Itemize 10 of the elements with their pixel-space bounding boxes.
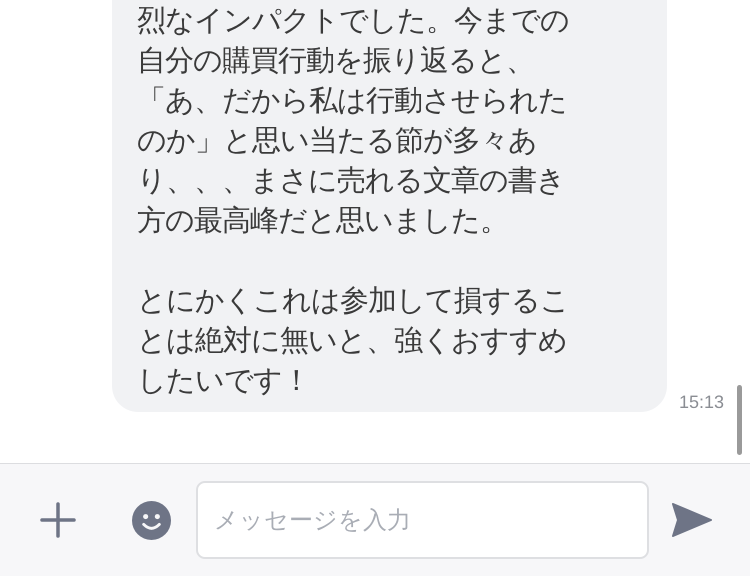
emoji-button[interactable] [131, 500, 171, 540]
scrollbar-thumb[interactable] [737, 385, 742, 455]
smiley-icon [132, 500, 170, 540]
timestamp: 15:13 [679, 391, 724, 414]
plus-icon [40, 502, 76, 538]
send-icon [672, 503, 712, 537]
message-text: 烈なインパクトでした。今までの自分の購買行動を振り返ると、「あ、だから私は行動させられたのか」と思い当たる節が多々あり、、、まさに売れる文章の書き方の最高峰だと思いました。 [137, 2, 570, 239]
message-input-field[interactable]: メッセージを入力 [196, 481, 649, 559]
add-button[interactable] [38, 500, 78, 540]
message-text: とにかくこれは参加して損することは絶対に無いと、強くおすすめしたいです！ [137, 282, 570, 399]
